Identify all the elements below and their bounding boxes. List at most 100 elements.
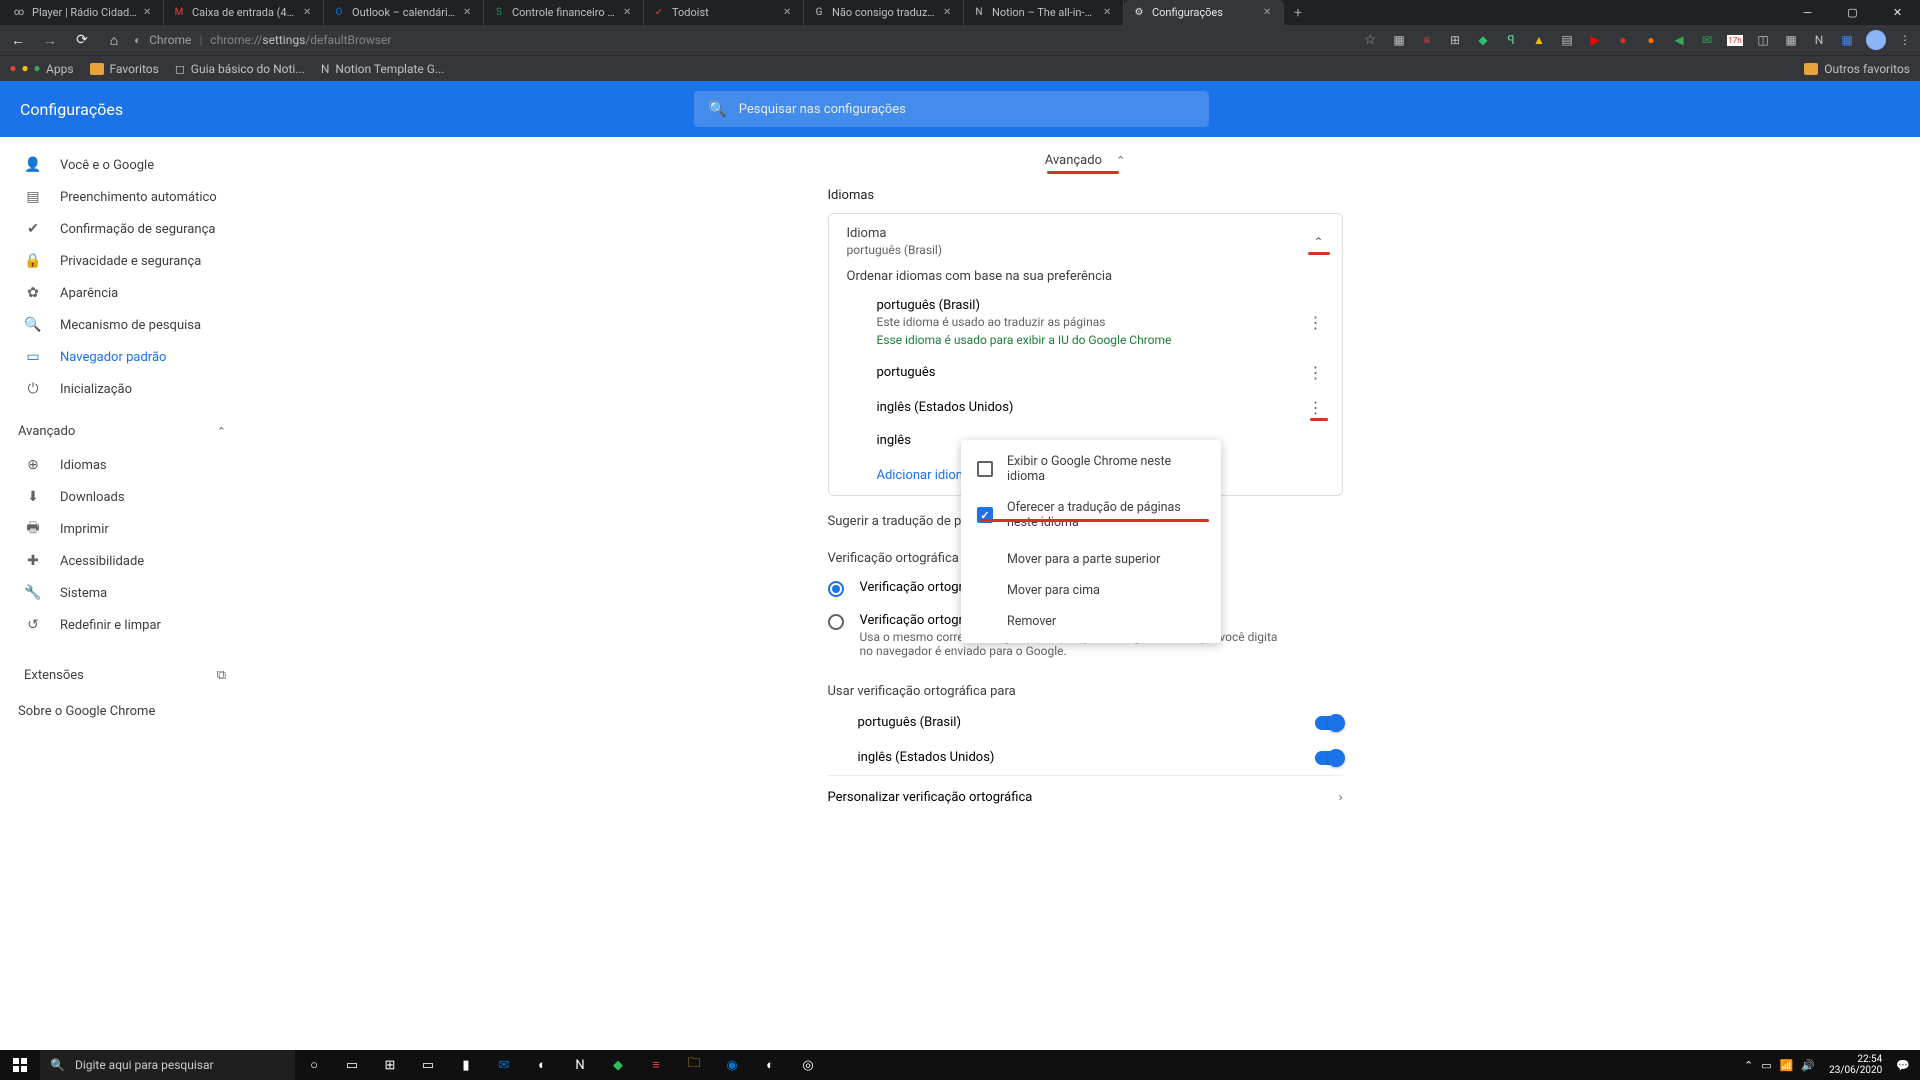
tab-0[interactable]: ∞Player | Rádio Cidade - 102✕ [4, 0, 164, 25]
sidebar-item-languages[interactable]: ⊕Idiomas [0, 449, 250, 481]
new-tab-button[interactable]: + [1284, 0, 1312, 25]
tab-7[interactable]: ⚙Configurações✕ [1124, 0, 1284, 25]
notion-icon[interactable]: N [561, 1050, 599, 1080]
tab-3[interactable]: SControle financeiro pessoal✕ [484, 0, 644, 25]
toggle-switch[interactable] [1315, 751, 1343, 765]
ext-icon[interactable]: ▦ [1390, 31, 1408, 49]
todoist-icon[interactable]: ≡ [637, 1050, 675, 1080]
mail-icon[interactable]: ✉ [485, 1050, 523, 1080]
bookmark-folder[interactable]: Favoritos [90, 62, 159, 76]
sidebar-item-system[interactable]: 🔧Sistema [0, 577, 250, 609]
customize-spellcheck-row[interactable]: Personalizar verificação ortográfica › [828, 775, 1343, 819]
radio-icon[interactable] [828, 581, 844, 597]
close-icon[interactable]: ✕ [303, 7, 315, 19]
sidebar-item-privacy[interactable]: 🔒Privacidade e segurança [0, 245, 250, 277]
sidebar-item-downloads[interactable]: ⬇Downloads [0, 481, 250, 513]
sidebar-item-autofill[interactable]: ▤Preenchimento automático [0, 181, 250, 213]
app-icon[interactable]: ▭ [409, 1050, 447, 1080]
close-icon[interactable]: ✕ [143, 7, 155, 19]
sidebar-item-reset[interactable]: ↺Redefinir e limpar [0, 609, 250, 641]
popup-show-chrome-lang[interactable]: Exibir o Google Chrome neste idioma [961, 446, 1221, 492]
close-icon[interactable]: ✕ [1263, 7, 1275, 19]
ext-icon[interactable]: ● [1614, 31, 1632, 49]
tray-chevron-icon[interactable]: ⌃ [1744, 1059, 1753, 1072]
popup-move-up[interactable]: Mover para cima [961, 575, 1221, 606]
edge-icon[interactable]: ◉ [713, 1050, 751, 1080]
popup-offer-translate[interactable]: Oferecer a tradução de páginas neste idi… [961, 492, 1221, 538]
tab-4[interactable]: ✓Todoist✕ [644, 0, 804, 25]
sidebar-advanced-toggle[interactable]: Avançado⌃ [0, 413, 250, 449]
chrome-icon[interactable]: ◐ [523, 1050, 561, 1080]
notifications-icon[interactable]: 💬 [1896, 1059, 1910, 1072]
close-icon[interactable]: ✕ [943, 7, 955, 19]
reload-button[interactable]: ⟳ [70, 28, 94, 52]
taskview-icon[interactable]: ▭ [333, 1050, 371, 1080]
back-button[interactable]: ← [6, 28, 30, 52]
star-icon[interactable]: ☆ [1358, 28, 1382, 52]
ext-icon[interactable]: ▶ [1586, 31, 1604, 49]
ext-icon[interactable]: ◆ [1474, 31, 1492, 49]
menu-icon[interactable]: ⋮ [1896, 31, 1914, 49]
sidebar-item-safety[interactable]: ✔Confirmação de segurança [0, 213, 250, 245]
ext-icon[interactable]: 17h [1726, 31, 1744, 49]
apps-button[interactable]: ⦁⦁⦁Apps [10, 61, 74, 76]
kebab-icon[interactable]: ⋮ [1308, 398, 1324, 417]
explorer-icon[interactable]: 🗀 [675, 1050, 713, 1080]
taskbar-search[interactable]: 🔍Digite aqui para pesquisar [40, 1050, 295, 1080]
chrome-active-icon[interactable]: ◐ [751, 1050, 789, 1080]
ext-icon[interactable]: ✉ [1698, 31, 1716, 49]
maximize-button[interactable]: ▢ [1830, 0, 1875, 25]
tab-5[interactable]: GNão consigo traduzir a pág✕ [804, 0, 964, 25]
ext-icon[interactable]: N [1810, 31, 1828, 49]
close-icon[interactable]: ✕ [463, 7, 475, 19]
ext-icon[interactable]: ● [1642, 31, 1660, 49]
sidebar-item-search-engine[interactable]: 🔍Mecanismo de pesquisa [0, 309, 250, 341]
ext-icon[interactable]: ≡ [1418, 31, 1436, 49]
ext-icon[interactable]: ▲ [1530, 31, 1548, 49]
kebab-icon[interactable]: ⋮ [1308, 313, 1324, 332]
sidebar-item-accessibility[interactable]: ✚Acessibilidade [0, 545, 250, 577]
url-field[interactable]: ◐ Chrome | chrome://settings/defaultBrow… [134, 28, 1350, 52]
ext-icon[interactable]: ▦ [1782, 31, 1800, 49]
ext-icon[interactable]: ▦ [1838, 31, 1856, 49]
close-icon[interactable]: ✕ [1103, 7, 1115, 19]
sidebar-item-you-google[interactable]: 👤Você e o Google [0, 149, 250, 181]
kebab-icon[interactable]: ⋮ [1308, 363, 1324, 382]
radio-icon[interactable] [828, 614, 844, 630]
sidebar-extensions[interactable]: Extensões⧉ [0, 655, 250, 695]
profile-avatar[interactable] [1866, 30, 1886, 50]
calculator-icon[interactable]: ⊞ [371, 1050, 409, 1080]
photos-icon[interactable]: ◎ [789, 1050, 827, 1080]
sidebar-item-appearance[interactable]: ✿Aparência [0, 277, 250, 309]
toggle-switch[interactable] [1315, 716, 1343, 730]
bookmark-item[interactable]: NNotion Template G... [321, 62, 445, 76]
tab-2[interactable]: OOutlook – calendário e em✕ [324, 0, 484, 25]
sidebar-item-default-browser[interactable]: ▭Navegador padrão [0, 341, 250, 373]
taskbar-clock[interactable]: 22:54 23/06/2020 [1823, 1054, 1888, 1076]
ext-icon[interactable]: ▤ [1558, 31, 1576, 49]
sidebar-item-startup[interactable]: ⏻Inicialização [0, 373, 250, 405]
start-button[interactable] [0, 1050, 40, 1080]
ext-icon[interactable]: ◀ [1670, 31, 1688, 49]
sidebar-about[interactable]: Sobre o Google Chrome [0, 695, 250, 727]
tab-6[interactable]: NNotion – The all-in-one wo✕ [964, 0, 1124, 25]
checkbox-icon[interactable] [977, 461, 993, 477]
evernote-icon[interactable]: ◆ [599, 1050, 637, 1080]
popup-remove[interactable]: Remover [961, 606, 1221, 637]
battery-icon[interactable]: ▭ [1761, 1059, 1771, 1072]
ext-icon[interactable]: ⊞ [1446, 31, 1464, 49]
cortana-icon[interactable]: ○ [295, 1050, 333, 1080]
wifi-icon[interactable]: 📶 [1780, 1059, 1794, 1072]
other-bookmarks[interactable]: Outros favoritos [1804, 62, 1910, 76]
sidebar-item-print[interactable]: 🖶Imprimir [0, 513, 250, 545]
search-input[interactable] [739, 102, 1195, 117]
close-window-button[interactable]: ✕ [1875, 0, 1920, 25]
language-card-header[interactable]: Idioma português (Brasil) ⌃ [829, 214, 1342, 269]
minimize-button[interactable]: ─ [1785, 0, 1830, 25]
ext-icon[interactable]: ꟼ [1502, 31, 1520, 49]
app-icon[interactable]: ▮ [447, 1050, 485, 1080]
ext-icon[interactable]: ◫ [1754, 31, 1772, 49]
close-icon[interactable]: ✕ [783, 7, 795, 19]
forward-button[interactable]: → [38, 28, 62, 52]
advanced-header[interactable]: Avançado⌃ [250, 137, 1920, 174]
